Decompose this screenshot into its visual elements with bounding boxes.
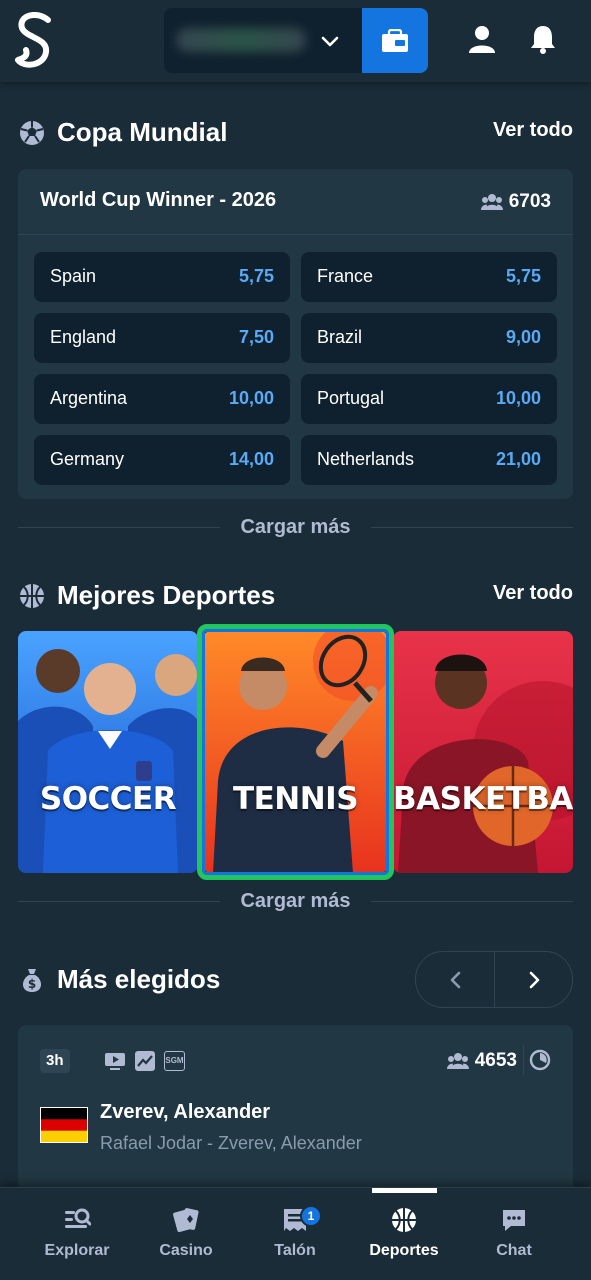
nav-label: Deportes (369, 1242, 439, 1259)
outcome-odds: 5,75 (238, 266, 274, 286)
nav-item-explorar[interactable]: Explorar (22, 1188, 132, 1280)
divider (494, 952, 495, 1007)
wallet-icon (382, 28, 408, 52)
user-icon[interactable] (467, 24, 497, 54)
outcome-team: Spain (50, 266, 97, 286)
nav-item-casino[interactable]: Casino (131, 1188, 241, 1280)
outcome-team: France (317, 266, 374, 286)
outcome-button[interactable]: Brazil 9,00 (301, 313, 557, 363)
outcome-button[interactable]: Germany 14,00 (34, 435, 290, 485)
sport-tile-basketball[interactable]: BASKETBALL (393, 631, 573, 873)
world-cup-section-header: Copa Mundial Ver todo (18, 113, 573, 153)
outcome-team: Portugal (317, 388, 385, 408)
stake-logo-icon[interactable] (14, 12, 56, 70)
outcome-button[interactable]: France 5,75 (301, 252, 557, 302)
outcome-team: Brazil (317, 327, 363, 347)
outcome-team: Argentina (50, 388, 128, 408)
world-cup-market-card: World Cup Winner - 2026 6703 Spain 5,75 … (18, 169, 573, 499)
explore-icon (65, 1208, 91, 1228)
balance-amount-hidden (176, 28, 306, 52)
users-icon (480, 194, 503, 210)
bell-icon[interactable] (528, 24, 558, 54)
svg-text:$: $ (28, 977, 36, 991)
market-header[interactable]: World Cup Winner - 2026 6703 (18, 169, 573, 235)
outcome-odds: 10,00 (228, 388, 274, 408)
see-all-link[interactable]: Ver todo (493, 582, 573, 605)
nav-label: Talón (274, 1242, 316, 1259)
sport-tile-label: TENNIS (232, 781, 359, 817)
chevron-right-icon[interactable] (522, 968, 546, 992)
users-icon (446, 1053, 469, 1069)
section-title: Más elegidos (57, 964, 221, 994)
nav-item-chat[interactable]: Chat (459, 1188, 569, 1280)
outcome-odds: 14,00 (228, 449, 274, 469)
money-bag-icon: $ (22, 969, 42, 992)
participants-count: 6703 (480, 190, 551, 214)
participants-value: 6703 (508, 191, 551, 212)
nav-item-deportes[interactable]: Deportes (349, 1188, 459, 1280)
chevron-left-icon[interactable] (444, 968, 468, 992)
load-more-label: Cargar más (240, 890, 351, 912)
outcome-odds: 21,00 (495, 449, 541, 469)
bottom-navigation: Explorar Casino 1 Talón Deportes Chat (0, 1187, 591, 1280)
betslip-count-badge: 1 (300, 1205, 322, 1227)
nav-label: Casino (159, 1242, 213, 1259)
basketball-player-image (393, 631, 573, 873)
outcome-team: Netherlands (317, 449, 415, 469)
section-title: Mejores Deportes (57, 580, 276, 610)
event-player-name: Zverev, Alexander (100, 1101, 271, 1123)
basketball-icon (20, 584, 44, 608)
event-match-name: Rafael Jodar - Zverev, Alexander (100, 1133, 362, 1153)
most-picked-section-header: $ Más elegidos (18, 960, 398, 1000)
load-more-label: Cargar más (240, 516, 351, 538)
see-all-link[interactable]: Ver todo (493, 119, 573, 142)
tennis-player-image (203, 631, 388, 873)
chat-icon (503, 1210, 525, 1231)
chevron-down-icon (321, 36, 339, 47)
casino-cards-icon (173, 1208, 199, 1233)
sport-tile-label: BASKETBALL (393, 781, 573, 817)
outcome-team: Germany (50, 449, 125, 469)
section-title: Copa Mundial (57, 117, 228, 147)
divider (523, 1045, 524, 1075)
participants-value: 4653 (474, 1050, 517, 1071)
balance-selector[interactable] (164, 8, 362, 73)
nav-item-talon[interactable]: 1 Talón (240, 1188, 350, 1280)
sports-ball-icon (392, 1208, 416, 1232)
outcome-team: England (50, 327, 117, 347)
nav-label: Explorar (44, 1242, 110, 1259)
sport-tile-label: SOCCER (39, 781, 177, 817)
cashout-icon[interactable] (529, 1049, 551, 1071)
outcome-odds: 9,00 (505, 327, 541, 347)
event-card[interactable]: 3h SGM 4653 Zverev, Alexander Rafael Jod… (18, 1025, 573, 1205)
event-participants: 4653 (446, 1048, 517, 1074)
stats-trend-icon (135, 1051, 155, 1071)
outcome-button[interactable]: Argentina 10,00 (34, 374, 290, 424)
nav-label: Chat (496, 1242, 532, 1259)
outcome-odds: 10,00 (495, 388, 541, 408)
load-more-sports[interactable]: Cargar más (18, 887, 573, 917)
soccer-ball-icon (20, 121, 44, 145)
wallet-button[interactable] (362, 8, 428, 73)
soccer-players-image (18, 631, 198, 873)
market-title: World Cup Winner - 2026 (40, 189, 277, 211)
germany-flag-icon (40, 1107, 88, 1143)
top-sports-section-header: Mejores Deportes Ver todo (18, 576, 573, 616)
outcome-button[interactable]: England 7,50 (34, 313, 290, 363)
sport-tile-tennis[interactable]: TENNIS (203, 631, 388, 873)
outcomes-grid: Spain 5,75 France 5,75 England 7,50 Braz… (34, 252, 557, 485)
outcome-button[interactable]: Portugal 10,00 (301, 374, 557, 424)
load-more-world-cup[interactable]: Cargar más (18, 513, 573, 543)
outcome-odds: 7,50 (238, 327, 274, 347)
event-time-badge: 3h (40, 1049, 70, 1073)
outcome-odds: 5,75 (505, 266, 541, 286)
outcome-button[interactable]: Netherlands 21,00 (301, 435, 557, 485)
live-stream-icon (105, 1053, 125, 1070)
sgm-badge-icon: SGM (164, 1051, 185, 1071)
top-bar (0, 0, 591, 82)
carousel-pager (415, 951, 573, 1008)
sport-tile-soccer[interactable]: SOCCER (18, 631, 198, 873)
outcome-button[interactable]: Spain 5,75 (34, 252, 290, 302)
